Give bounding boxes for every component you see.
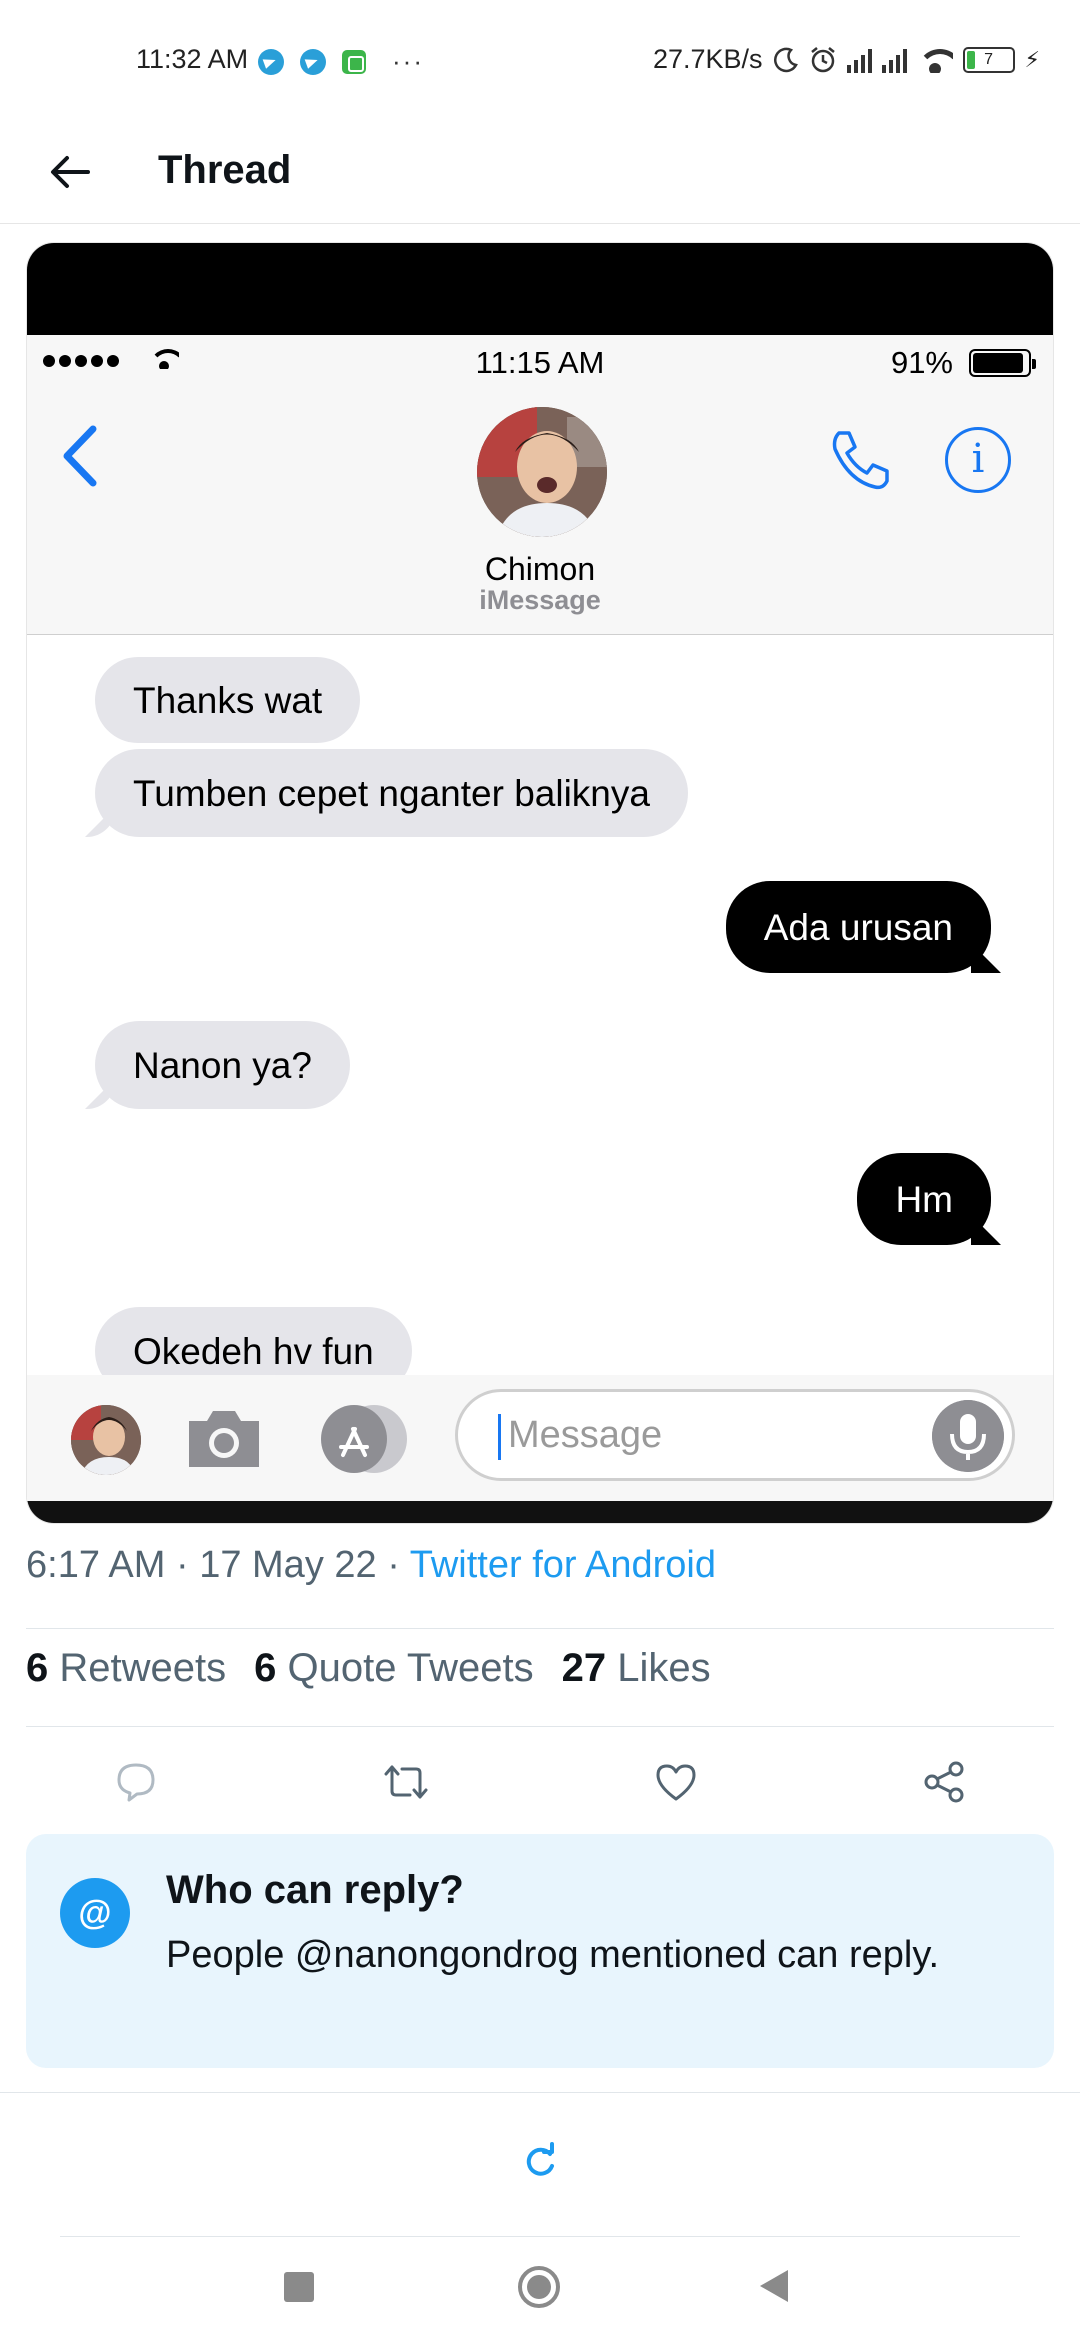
status-right: 27.7KB/s 7 ⚡ [653,44,1040,75]
meta-separator: · [175,1544,200,1586]
message-bubble-outgoing: Ada urusan [725,881,991,973]
quotes-label: Quote Tweets [287,1646,534,1690]
camera-icon [189,1411,259,1467]
tweet-source-link[interactable]: Twitter for Android [410,1544,716,1586]
status-bar: 11:32 AM ··· 27.7KB/s 7 ⚡ [0,0,1080,120]
telegram-icon [258,48,284,75]
telegram-icon [300,48,326,75]
like-button[interactable] [646,1752,706,1812]
divider [60,2236,1020,2237]
page-title: Thread [158,148,292,192]
ios-back-chevron-icon [63,425,97,487]
moon-icon [773,47,798,72]
recents-button[interactable] [284,2272,314,2302]
ios-battery-percent: 91% [890,345,953,380]
battery-icon: 7 [962,46,1015,73]
phone-icon [832,431,889,490]
quotes-count: 6 [254,1646,277,1690]
share-button[interactable] [914,1752,974,1812]
quote-tweets-stat[interactable]: 6 Quote Tweets [254,1646,533,1691]
retweets-count: 6 [26,1646,49,1690]
ios-composer: Message [27,1375,1053,1503]
likes-count: 27 [561,1646,607,1690]
contact-name: Chimon [484,551,596,587]
divider [26,1726,1054,1727]
info-icon: i [945,427,1011,493]
reply-button[interactable] [106,1752,166,1812]
signal-icon [846,47,872,73]
signal-icon [881,47,907,73]
message-bubble-incoming: Nanon ya? [95,1021,350,1109]
share-icon [924,1761,964,1803]
tweet-image[interactable]: 11:15 AM 91% Chimon i iMessage Thanks wa… [26,242,1054,1524]
who-can-reply-notice: @ Who can reply? People @nanongondrog me… [26,1834,1054,2068]
retweets-stat[interactable]: 6 Retweets [26,1646,226,1691]
notification-icons: ··· [258,46,424,77]
home-button[interactable] [518,2266,560,2308]
image-bottom-band [27,1501,1053,1523]
message-bubble-incoming: Thanks wat [95,657,361,743]
image-black-band [27,243,1053,335]
message-input: Message [455,1389,1015,1481]
at-sign-icon: @ [60,1878,130,1948]
message-bubble-incoming: Tumben cepet nganter baliknya [95,749,688,837]
reply-icon [117,1763,155,1802]
memoji-avatar [71,1405,141,1475]
tweet-actions [0,1742,1080,1822]
tweet-date: 17 May 22 [199,1544,377,1586]
message-placeholder: Message [508,1414,663,1456]
contact-avatar [477,407,607,537]
system-back-button[interactable] [760,2270,788,2302]
charging-icon: ⚡ [1024,46,1040,72]
more-notifications-icon: ··· [392,46,424,76]
retweets-label: Retweets [59,1646,227,1690]
heart-icon [656,1764,696,1801]
text-cursor [498,1414,501,1460]
tweet-stats: 6 Retweets 6 Quote Tweets 27 Likes [26,1646,711,1691]
microphone-icon [932,1400,1004,1472]
back-arrow-icon[interactable] [40,144,100,200]
chat-messages: Thanks wat Tumben cepet nganter baliknya… [27,635,1053,1245]
reply-notice-title: Who can reply? [166,1868,464,1912]
refresh-icon[interactable] [520,2142,560,2182]
status-time: 11:32 AM [136,44,249,74]
app-store-icon [321,1405,407,1473]
divider [26,1628,1054,1629]
imessage-label: iMessage [479,585,601,615]
meta-separator: · [387,1544,410,1586]
likes-label: Likes [617,1646,711,1690]
tweet-meta: 6:17 AM · 17 May 22 · Twitter for Androi… [26,1544,716,1587]
ios-status-bar: 11:15 AM 91% [27,335,1053,391]
net-speed: 27.7KB/s [652,44,763,74]
green-app-icon [342,49,366,74]
message-bubble-outgoing: Hm [857,1153,991,1245]
retweet-icon [384,1765,428,1799]
alarm-icon [810,46,835,72]
divider [0,2092,1080,2093]
system-nav-bar [0,2240,1080,2340]
ios-battery-icon [969,349,1036,377]
likes-stat[interactable]: 27 Likes [562,1646,711,1691]
app-header: Thread [0,120,1080,224]
wifi-icon [916,47,953,73]
retweet-button[interactable] [376,1752,436,1812]
tweet-time: 6:17 AM [26,1544,166,1586]
reply-notice-body: People @nanongondrog mentioned can reply… [166,1934,940,1976]
